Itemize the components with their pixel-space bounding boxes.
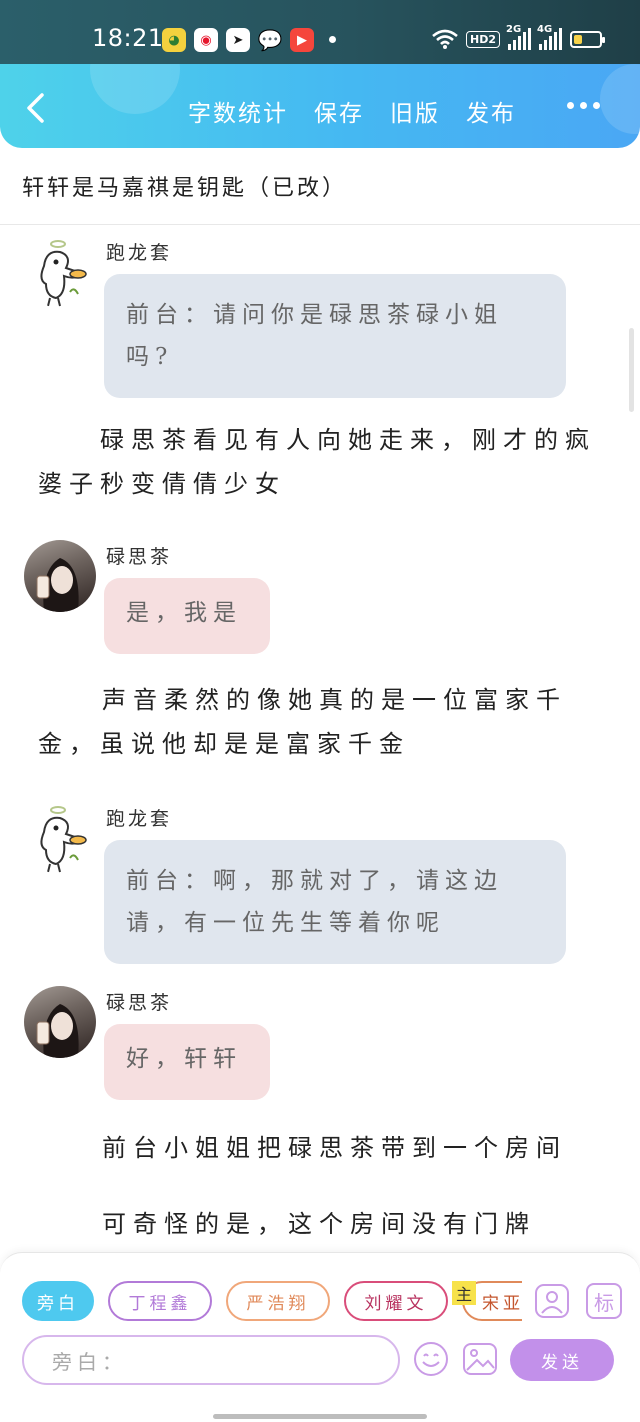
narration-text[interactable]: 声音柔然的像她真的是一位富家千金，虽说他却是是富家千金 bbox=[38, 678, 598, 766]
role-chip-narration[interactable]: 旁白 bbox=[22, 1281, 94, 1321]
more-options-icon[interactable] bbox=[567, 102, 600, 109]
network-type-2: 4G bbox=[537, 24, 553, 35]
send-button[interactable]: 发送 bbox=[510, 1339, 614, 1381]
wechat-icon: 💬 bbox=[257, 28, 283, 52]
narration-text[interactable]: 碌思茶看见有人向她走来，刚才的疯婆子秒变倩倩少女 bbox=[38, 418, 598, 506]
wechat-mini-icon: ◕ bbox=[162, 28, 186, 52]
narration-text[interactable]: 可奇怪的是，这个房间没有门牌 bbox=[102, 1202, 622, 1246]
wifi-icon bbox=[432, 29, 458, 49]
speaker-name: 碌思茶 bbox=[106, 992, 173, 1014]
speaker-name: 跑龙套 bbox=[106, 242, 173, 264]
emoji-icon[interactable] bbox=[413, 1341, 449, 1377]
duck-avatar[interactable] bbox=[24, 802, 96, 874]
back-icon[interactable] bbox=[22, 92, 50, 124]
app-screen: 18:21 ◕ ◉ ➤ 💬 ▶ HD2 2G 4G 字数统计 保存 旧版 发布 … bbox=[0, 0, 640, 1422]
composer-panel: 旁白 丁程鑫 严浩翔 刘耀文 主 宋亚 标 旁白： 发送 bbox=[0, 1252, 640, 1392]
navigation-area bbox=[0, 1392, 640, 1422]
message-bubble: 前台：啊，那就对了，请这边请，有一位先生等着你呢 bbox=[104, 840, 566, 964]
role-chip-yan-haoxiang[interactable]: 严浩翔 bbox=[226, 1281, 330, 1321]
header-actions: 字数统计 保存 旧版 发布 bbox=[188, 94, 516, 128]
character-profile-icon[interactable] bbox=[534, 1283, 570, 1319]
speaker-name: 碌思茶 bbox=[106, 546, 173, 568]
more-notifications-dot bbox=[329, 36, 336, 43]
message-bubble: 好，轩轩 bbox=[104, 1024, 270, 1100]
mark-icon[interactable]: 标 bbox=[586, 1283, 622, 1319]
signal-icon-1: 2G bbox=[506, 24, 531, 50]
document-title[interactable]: 轩轩是马嘉祺是钥匙（已改） bbox=[22, 170, 347, 202]
video-app-icon: ▶ bbox=[290, 28, 314, 52]
system-indicators: HD2 2G 4G bbox=[432, 24, 605, 50]
weibo-icon: ◉ bbox=[194, 28, 218, 52]
role-selector: 旁白 丁程鑫 严浩翔 刘耀文 主 宋亚 bbox=[22, 1281, 522, 1321]
status-bar: 18:21 ◕ ◉ ➤ 💬 ▶ HD2 2G 4G bbox=[0, 0, 640, 64]
signal-icon-2: 4G bbox=[537, 24, 562, 50]
girl-avatar[interactable] bbox=[24, 986, 96, 1058]
main-character-tag: 主 bbox=[452, 1281, 476, 1305]
save-button[interactable]: 保存 bbox=[314, 94, 364, 128]
divider bbox=[0, 224, 640, 225]
status-time: 18:21 bbox=[92, 24, 164, 52]
header-decoration bbox=[600, 64, 640, 134]
header-decoration bbox=[90, 64, 180, 114]
narration-text[interactable]: 前台小姐姐把碌思茶带到一个房间 bbox=[102, 1126, 622, 1170]
message-bubble: 前台：请问你是碌思茶碌小姐吗? bbox=[104, 274, 566, 398]
scrollbar[interactable] bbox=[629, 328, 634, 412]
network-type-1: 2G bbox=[506, 24, 522, 35]
role-chip-liu-yaowen[interactable]: 刘耀文 bbox=[344, 1281, 448, 1321]
notification-icons: ◕ ◉ ➤ 💬 ▶ bbox=[162, 28, 314, 52]
girl-avatar[interactable] bbox=[24, 540, 96, 612]
role-chip-ding-chengxin[interactable]: 丁程鑫 bbox=[108, 1281, 212, 1321]
battery-level bbox=[574, 34, 582, 44]
battery-icon bbox=[570, 30, 605, 48]
duck-avatar[interactable] bbox=[24, 236, 96, 308]
publish-button[interactable]: 发布 bbox=[466, 94, 516, 128]
message-bubble: 是，我是 bbox=[104, 578, 270, 654]
speaker-name: 跑龙套 bbox=[106, 808, 173, 830]
old-version-button[interactable]: 旧版 bbox=[390, 94, 440, 128]
word-count-button[interactable]: 字数统计 bbox=[188, 94, 288, 128]
image-icon[interactable] bbox=[462, 1341, 498, 1377]
home-indicator[interactable] bbox=[213, 1414, 427, 1419]
hd-voice-badge: HD2 bbox=[466, 30, 500, 48]
navigation-app-icon: ➤ bbox=[226, 28, 250, 52]
editor-header: 字数统计 保存 旧版 发布 bbox=[0, 64, 640, 148]
message-input[interactable]: 旁白： bbox=[22, 1335, 400, 1385]
